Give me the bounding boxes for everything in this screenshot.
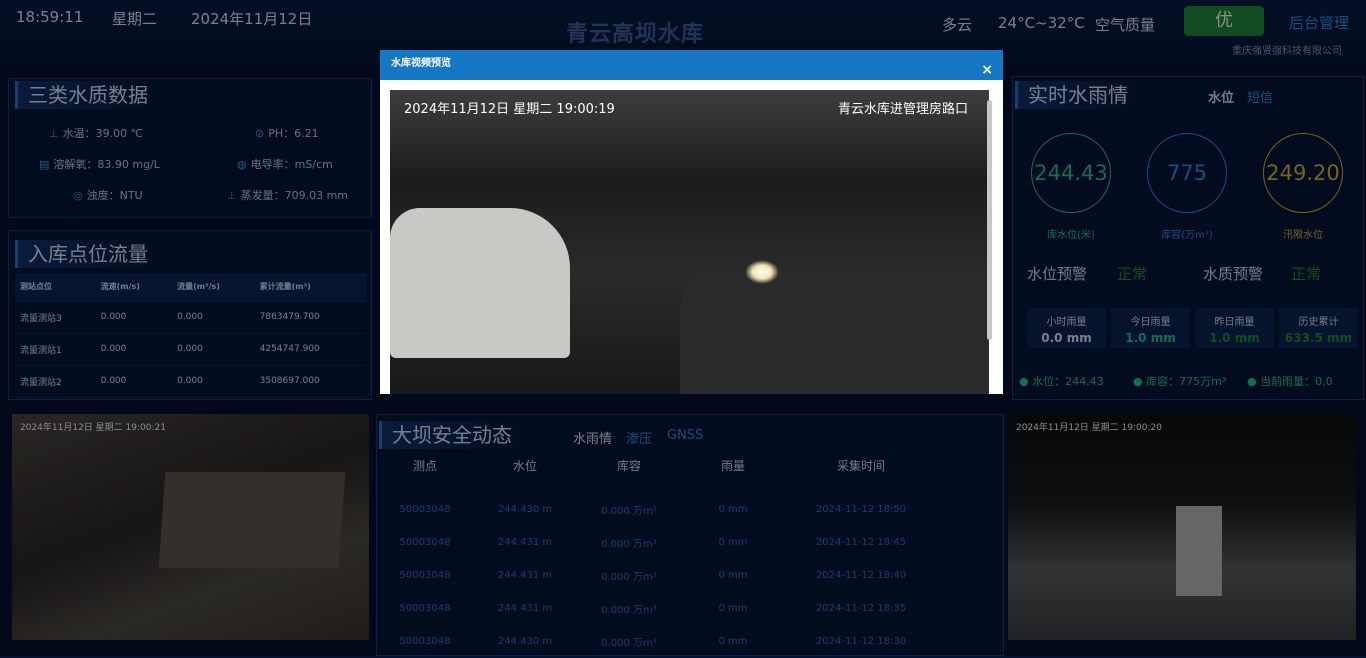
modal-scrollbar[interactable]	[987, 100, 992, 340]
video-caption: 青云水库进管理房路口	[838, 102, 969, 117]
video-preview-modal: 水库视频预览 × 2024年11月12日 星期二 19:00:19 青云水库进管…	[380, 50, 1003, 394]
parked-car	[390, 208, 570, 358]
parked-suv	[680, 270, 989, 394]
video-player[interactable]: 2024年11月12日 星期二 19:00:19 青云水库进管理房路口	[390, 90, 989, 394]
video-timestamp: 2024年11月12日 星期二 19:00:19	[404, 102, 615, 117]
modal-header: 水库视频预览 ×	[380, 50, 1003, 80]
close-icon[interactable]: ×	[981, 56, 993, 84]
modal-title: 水库视频预览	[391, 58, 451, 69]
headlight	[745, 260, 779, 284]
